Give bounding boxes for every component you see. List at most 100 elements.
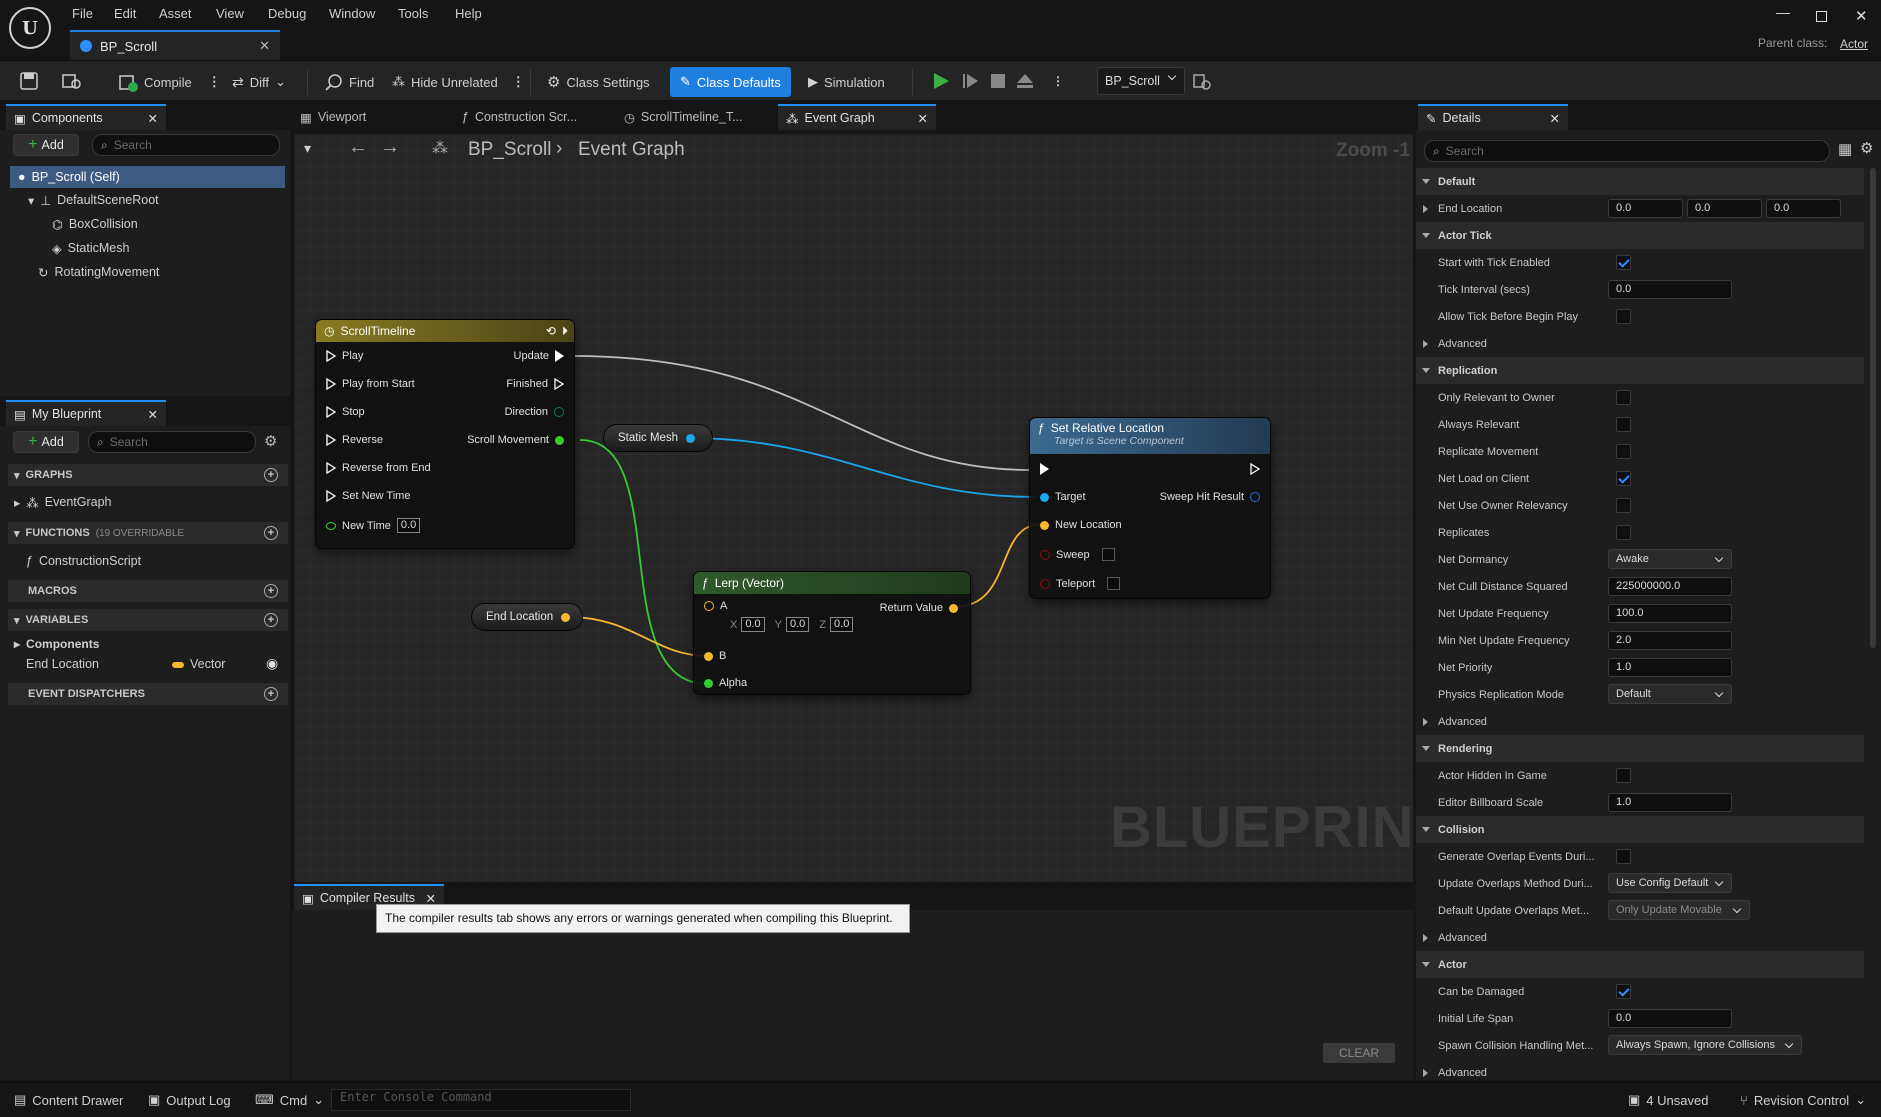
property-checkbox[interactable]: [1616, 525, 1631, 540]
details-row-advanced[interactable]: Advanced: [1416, 330, 1864, 357]
components-search-input[interactable]: ⌕ Search: [92, 134, 280, 156]
unreal-logo-icon[interactable]: U: [9, 7, 51, 49]
tree-item-staticmesh[interactable]: ◈ StaticMesh: [10, 238, 285, 258]
function-item-construction[interactable]: ƒ ConstructionScript: [26, 551, 141, 571]
minimize-icon[interactable]: —: [1776, 4, 1790, 20]
property-checkbox[interactable]: [1616, 768, 1631, 783]
pin-set-new-time[interactable]: Set New Time: [326, 489, 410, 503]
variable-item-end-location[interactable]: End Location Vector ◉: [8, 654, 288, 676]
find-button[interactable]: Find: [325, 69, 374, 95]
menu-item-window[interactable]: Window: [329, 6, 375, 21]
property-number-input[interactable]: 225000000.0: [1608, 577, 1732, 596]
details-row-default[interactable]: Default: [1416, 168, 1864, 195]
pin-sweep-hit[interactable]: Sweep Hit Result: [1160, 491, 1260, 503]
details-row-actor[interactable]: Actor: [1416, 951, 1864, 978]
tree-item-root[interactable]: ▾ ⊥ DefaultSceneRoot: [10, 190, 285, 210]
details-scrollbar[interactable]: [1870, 168, 1876, 648]
menu-item-asset[interactable]: Asset: [159, 6, 192, 21]
property-dropdown[interactable]: Awake: [1608, 549, 1732, 569]
property-number-input[interactable]: 2.0: [1608, 631, 1732, 650]
pin-return-value[interactable]: Return Value: [880, 602, 958, 614]
timeline-node[interactable]: ◷ ScrollTimeline ⟲ ⏵ Play Play from Star…: [316, 320, 574, 548]
revision-control-button[interactable]: ⑂ Revision Control ⌄: [1740, 1092, 1866, 1108]
close-icon[interactable]: ✕: [1550, 111, 1560, 126]
close-icon[interactable]: ✕: [259, 38, 270, 54]
class-defaults-button[interactable]: ✎ Class Defaults: [670, 67, 791, 97]
static-mesh-getter-node[interactable]: Static Mesh: [604, 425, 712, 451]
tree-item-self[interactable]: ● BP_Scroll (Self): [10, 166, 285, 188]
hide-unrelated-button[interactable]: ⁂ Hide Unrelated ⋮: [392, 69, 525, 95]
tab-construction[interactable]: ƒ Construction Scr...: [454, 104, 614, 130]
section-macros[interactable]: MACROS +: [8, 580, 288, 602]
menu-item-file[interactable]: File: [72, 6, 93, 21]
add-dispatcher-icon[interactable]: +: [264, 687, 278, 701]
add-function-icon[interactable]: +: [264, 526, 278, 540]
browse-icon[interactable]: [62, 72, 82, 90]
add-macro-icon[interactable]: +: [264, 584, 278, 598]
property-vector-x-input[interactable]: 0.0: [1608, 199, 1683, 218]
console-input[interactable]: Enter Console Command: [331, 1089, 631, 1111]
section-functions[interactable]: ▾ FUNCTIONS (19 OVERRIDABLE +: [8, 522, 288, 544]
tab-my-blueprint[interactable]: ▤ My Blueprint ✕: [6, 400, 166, 426]
property-checkbox[interactable]: [1616, 444, 1631, 459]
property-checkbox[interactable]: [1616, 390, 1631, 405]
play-icon[interactable]: [932, 71, 950, 91]
close-icon[interactable]: ✕: [148, 111, 158, 126]
debug-object-select[interactable]: BP_Scroll: [1097, 67, 1185, 95]
event-graph-canvas[interactable]: ▾ ← → ⁂ BP_Scroll › Event Graph Zoom -1 …: [294, 134, 1413, 882]
property-number-input[interactable]: 1.0: [1608, 793, 1732, 812]
content-drawer-button[interactable]: ▤ Content Drawer: [14, 1092, 123, 1108]
graph-item-eventgraph[interactable]: ▸ ⁂ EventGraph: [14, 492, 112, 512]
property-number-input[interactable]: 100.0: [1608, 604, 1732, 623]
property-checkbox[interactable]: [1616, 309, 1631, 324]
pin-new-location[interactable]: New Location: [1040, 519, 1122, 531]
add-component-button[interactable]: + Add: [13, 134, 79, 156]
property-checkbox[interactable]: [1616, 417, 1631, 432]
details-row-actor-tick[interactable]: Actor Tick: [1416, 222, 1864, 249]
parent-class-link[interactable]: Actor: [1840, 37, 1868, 51]
add-variable-icon[interactable]: +: [264, 613, 278, 627]
pin-alpha[interactable]: Alpha: [704, 677, 747, 689]
more-options-icon[interactable]: ⋮: [512, 74, 525, 90]
section-variables[interactable]: ▾ VARIABLES +: [8, 609, 288, 631]
pin-exec-out[interactable]: [1250, 462, 1261, 476]
property-checkbox[interactable]: [1616, 255, 1631, 270]
property-checkbox[interactable]: [1616, 498, 1631, 513]
pin-update[interactable]: Update: [514, 350, 564, 362]
section-graphs[interactable]: ▾ GRAPHS +: [8, 464, 288, 486]
new-time-input[interactable]: 0.0: [396, 518, 421, 533]
output-log-button[interactable]: ▣ Output Log: [148, 1092, 231, 1108]
pin-stop[interactable]: Stop: [326, 405, 365, 419]
property-number-input[interactable]: 1.0: [1608, 658, 1732, 677]
set-relative-location-node[interactable]: ƒ Set Relative Location Target is Scene C…: [1030, 418, 1270, 598]
more-options-icon[interactable]: ⋮: [208, 74, 221, 90]
table-view-icon[interactable]: ▦: [1838, 140, 1852, 158]
tab-details[interactable]: ✎ Details ✕: [1418, 104, 1568, 130]
settings-gear-icon[interactable]: ⚙: [264, 432, 277, 450]
details-row-collision[interactable]: Collision: [1416, 816, 1864, 843]
tab-components[interactable]: ▣ Components ✕: [6, 104, 166, 130]
close-window-icon[interactable]: ✕: [1855, 7, 1868, 25]
menu-item-view[interactable]: View: [216, 6, 244, 21]
pin-target[interactable]: Target: [1040, 491, 1086, 503]
close-icon[interactable]: ✕: [918, 111, 928, 126]
eject-icon[interactable]: [1016, 72, 1034, 90]
menu-item-edit[interactable]: Edit: [114, 6, 136, 21]
pin-new-time[interactable]: New Time 0.0: [326, 518, 421, 533]
pin-b[interactable]: B: [704, 650, 726, 662]
a-z-input[interactable]: 0.0: [830, 617, 854, 632]
property-checkbox[interactable]: [1616, 849, 1631, 864]
property-dropdown[interactable]: Always Spawn, Ignore Collisions: [1608, 1035, 1802, 1055]
simulation-button[interactable]: ▶︎ Simulation: [808, 69, 885, 95]
property-vector-y-input[interactable]: 0.0: [1687, 199, 1762, 218]
more-options-icon[interactable]: ⋮: [1052, 74, 1064, 88]
property-number-input[interactable]: 0.0: [1608, 280, 1732, 299]
pin-scroll-movement[interactable]: Scroll Movement: [467, 434, 564, 446]
property-checkbox[interactable]: [1616, 471, 1631, 486]
menu-item-debug[interactable]: Debug: [268, 6, 306, 21]
tree-item-boxcollision[interactable]: ⌬ BoxCollision: [10, 214, 285, 234]
clear-button[interactable]: CLEAR: [1323, 1043, 1395, 1063]
a-x-input[interactable]: 0.0: [741, 617, 765, 632]
pin-teleport[interactable]: Teleport: [1040, 577, 1121, 590]
blueprint-search-input[interactable]: ⌕ Search: [88, 431, 256, 453]
